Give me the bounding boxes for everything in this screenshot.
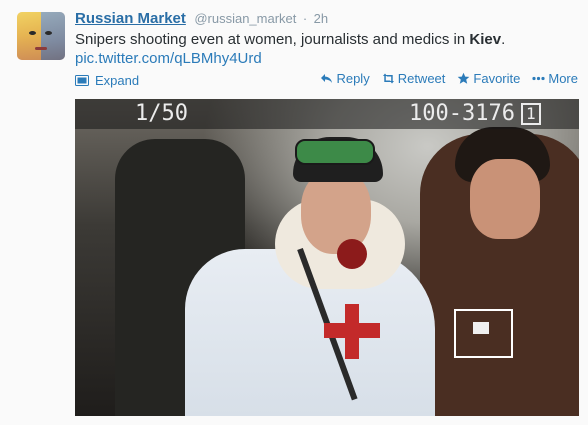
- avatar-paint-blue: [41, 12, 65, 60]
- tweet-actions: Reply Retweet Favorite More: [320, 71, 578, 86]
- avatar-mouth: [35, 47, 47, 50]
- camera-file-number-text: 100-3176: [409, 101, 515, 126]
- media-photo-icon: [75, 75, 89, 86]
- tweet-card: Russian Market @russian_market · 2h Snip…: [0, 0, 588, 425]
- camera-shutter-readout: 1/50: [135, 101, 188, 126]
- reply-button[interactable]: Reply: [320, 71, 370, 86]
- avatar[interactable]: [17, 12, 65, 60]
- more-button[interactable]: More: [532, 71, 578, 86]
- photo-medic-goggles: [295, 139, 375, 165]
- author-handle[interactable]: @russian_market: [194, 11, 296, 26]
- more-label: More: [548, 71, 578, 86]
- favorite-button[interactable]: Favorite: [457, 71, 520, 86]
- tweet-photo[interactable]: 1/50 100-3176 1: [75, 99, 579, 416]
- expand-label: Expand: [95, 73, 140, 88]
- tweet-text-before: Snipers shooting even at women, journali…: [75, 31, 470, 48]
- camera-file-number: 100-3176 1: [409, 101, 541, 126]
- tweet-text-bold: Kiev: [469, 31, 502, 48]
- star-icon: [458, 72, 470, 84]
- camera-focus-point: [473, 322, 489, 334]
- photo-figure-right-face: [470, 159, 540, 239]
- retweet-arrows-icon: [382, 73, 394, 84]
- tweet-header: Russian Market @russian_market · 2h: [75, 10, 328, 28]
- photo-red-cross-horizontal: [324, 323, 380, 338]
- avatar-eye-left: [29, 31, 36, 35]
- tweet-text: Snipers shooting even at women, journali…: [75, 31, 505, 48]
- meta-separator: ·: [302, 11, 308, 26]
- avatar-paint-yellow: [17, 12, 41, 60]
- retweet-button[interactable]: Retweet: [382, 71, 446, 86]
- photo-blood-stain: [337, 239, 367, 269]
- tweet-timestamp[interactable]: 2h: [314, 11, 328, 26]
- more-dots-icon: [532, 76, 545, 81]
- tweet-media-link[interactable]: pic.twitter.com/qLBMhy4Urd: [75, 50, 262, 67]
- retweet-label: Retweet: [397, 71, 446, 86]
- favorite-label: Favorite: [473, 71, 521, 86]
- reply-arrow-icon: [321, 74, 333, 83]
- author-name[interactable]: Russian Market: [75, 10, 186, 27]
- tweet-text-after: .: [501, 31, 506, 48]
- reply-label: Reply: [336, 71, 370, 86]
- camera-card-indicator: 1: [520, 103, 541, 125]
- avatar-eye-right: [45, 31, 52, 35]
- expand-button[interactable]: Expand: [75, 73, 139, 88]
